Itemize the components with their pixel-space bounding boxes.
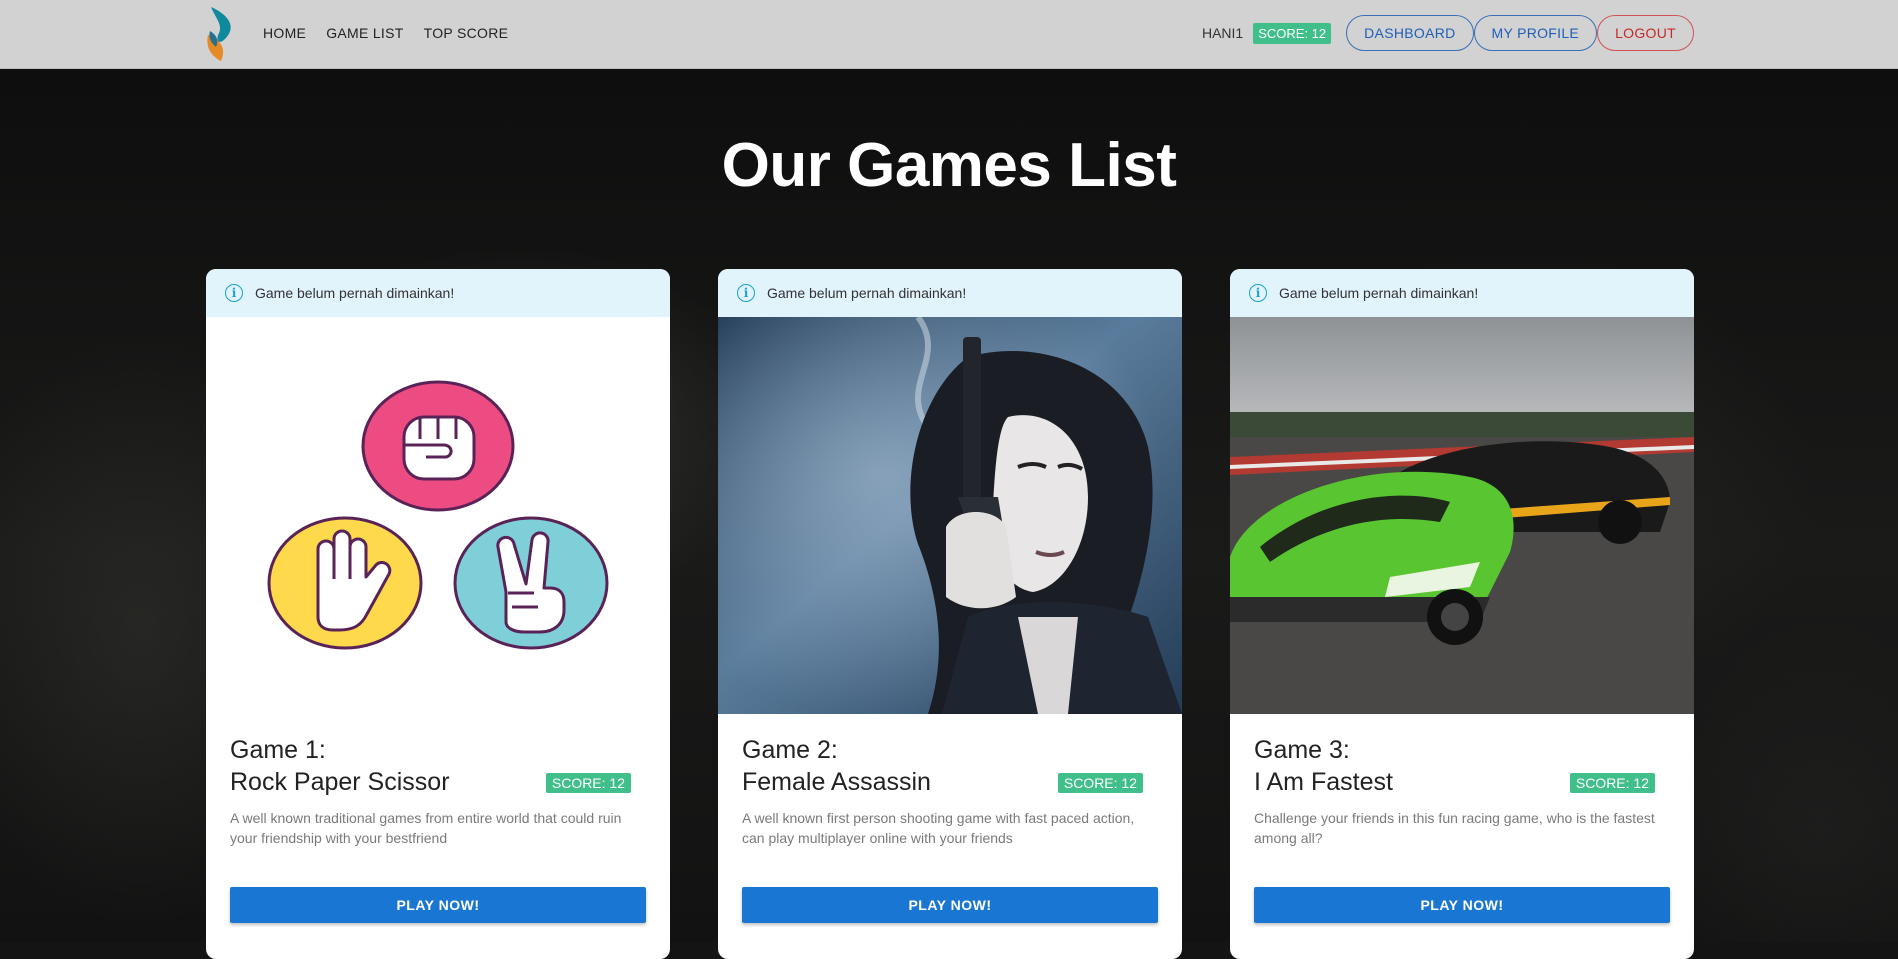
game-alert: i Game belum pernah dimainkan! (718, 269, 1182, 317)
username: HANI1 (1201, 25, 1244, 41)
game-card-1: i Game belum pernah dimainkan! Game 1: R… (206, 269, 670, 959)
game-description: A well known traditional games from enti… (230, 810, 622, 846)
game-image-rock-paper-scissor (206, 317, 670, 714)
game-image-i-am-fastest (1230, 317, 1694, 714)
game-number: Game 2: (742, 736, 838, 764)
game-alert: i Game belum pernah dimainkan! (206, 269, 670, 317)
nav-home[interactable]: HOME (263, 25, 306, 41)
play-now-button[interactable]: PLAY NOW! (230, 887, 646, 923)
nav-links: HOME GAME LIST TOP SCORE (263, 0, 508, 66)
game-score-badge: SCORE: 12 (1569, 773, 1655, 793)
nav-game-list[interactable]: GAME LIST (326, 25, 403, 41)
game-number: Game 3: (1254, 736, 1350, 764)
game-card-body: Game 2: Female Assassin SCORE: 12 A well… (718, 734, 1182, 848)
info-icon: i (225, 284, 243, 302)
page-title: Our Games List (721, 131, 1177, 200)
game-card-2: i Game belum pernah dimainkan! Game 2: F… (718, 269, 1182, 959)
game-alert-text: Game belum pernah dimainkan! (255, 285, 455, 301)
user-area: HANI1 SCORE: 12 DASHBOARD MY PROFILE LOG… (1202, 0, 1694, 66)
game-name: Female Assassin (742, 768, 931, 796)
racing-cars-photo (1230, 317, 1694, 714)
game-card-body: Game 3: I Am Fastest SCORE: 12 Challenge… (1230, 734, 1694, 848)
logout-button[interactable]: LOGOUT (1597, 15, 1694, 51)
user-score-badge: SCORE: 12 (1253, 22, 1332, 44)
game-score-badge: SCORE: 12 (545, 773, 631, 793)
info-icon: i (1249, 284, 1267, 302)
top-navbar: HOME GAME LIST TOP SCORE HANI1 SCORE: 12… (0, 0, 1898, 69)
game-score-badge: SCORE: 12 (1057, 773, 1143, 793)
logo-icon[interactable] (203, 5, 237, 63)
game-name: Rock Paper Scissor (230, 768, 450, 796)
game-image-female-assassin (718, 317, 1182, 714)
play-now-button[interactable]: PLAY NOW! (742, 887, 1158, 923)
game-description: Challenge your friends in this fun racin… (1254, 810, 1655, 846)
game-card-3: i Game belum pernah dimainkan! Game 3: I… (1230, 269, 1694, 959)
dashboard-button[interactable]: DASHBOARD (1346, 15, 1474, 51)
game-number: Game 1: (230, 736, 326, 764)
game-alert-text: Game belum pernah dimainkan! (1279, 285, 1479, 301)
my-profile-button[interactable]: MY PROFILE (1473, 15, 1598, 51)
play-now-button[interactable]: PLAY NOW! (1254, 887, 1670, 923)
game-alert-text: Game belum pernah dimainkan! (767, 285, 967, 301)
game-description: A well known first person shooting game … (742, 810, 1135, 846)
female-assassin-photo (718, 317, 1182, 714)
nav-top-score[interactable]: TOP SCORE (424, 25, 509, 41)
info-icon: i (737, 284, 755, 302)
game-alert: i Game belum pernah dimainkan! (1230, 269, 1694, 317)
game-card-body: Game 1: Rock Paper Scissor SCORE: 12 A w… (206, 734, 670, 848)
rock-paper-scissor-illustration (206, 317, 670, 714)
game-name: I Am Fastest (1254, 768, 1393, 796)
